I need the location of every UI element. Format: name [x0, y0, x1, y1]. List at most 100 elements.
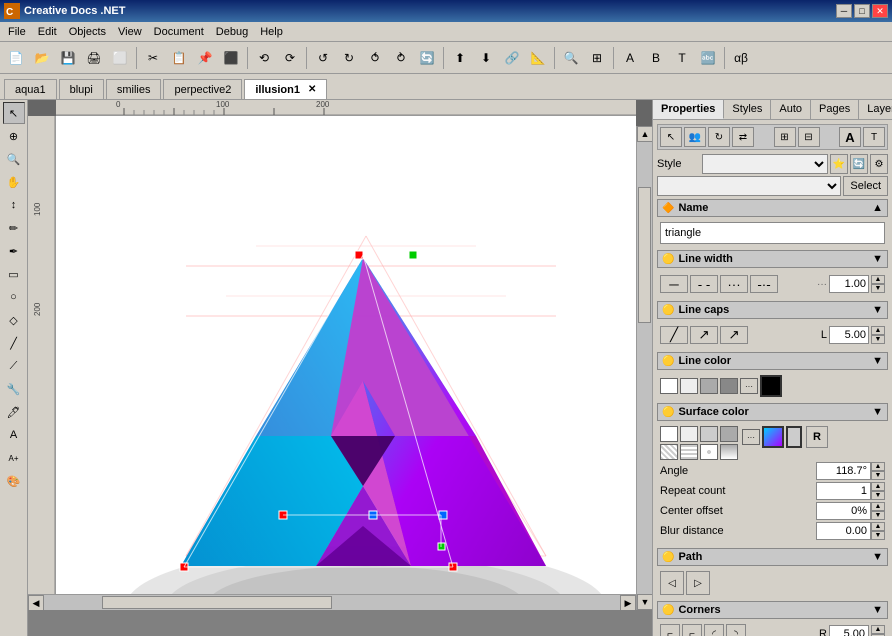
line-width-down[interactable]: ▼	[871, 284, 885, 293]
style-btn3[interactable]: ⚙	[870, 154, 888, 174]
repeat-count-up[interactable]: ▲	[871, 482, 885, 491]
line-solid-btn[interactable]: ─	[660, 275, 688, 293]
tb-btn21[interactable]: 🔍	[559, 46, 583, 70]
center-offset-input[interactable]	[816, 502, 871, 520]
center-offset-down[interactable]: ▼	[871, 511, 885, 520]
surf-pattern4[interactable]	[720, 444, 738, 460]
select-tool[interactable]: ↖	[3, 102, 25, 124]
menu-debug[interactable]: Debug	[210, 24, 254, 40]
name-section-header[interactable]: 🔶 Name ▲	[657, 199, 888, 217]
angle-input[interactable]	[816, 462, 871, 480]
lt-btn13[interactable]: 🔧	[3, 378, 25, 400]
lt-btn3[interactable]: 🔍	[3, 148, 25, 170]
lt-btn10[interactable]: ◇	[3, 309, 25, 331]
line-color-gray1[interactable]	[700, 378, 718, 394]
vertical-scrollbar[interactable]: ▲ ▼	[636, 126, 652, 610]
line-dot-btn[interactable]: ···	[720, 275, 748, 293]
lt-btn5[interactable]: ↕	[3, 194, 25, 216]
canvas-wrapper[interactable]: 0 100 200	[28, 100, 652, 610]
tb-btn11[interactable]: ⟳	[278, 46, 302, 70]
tab-blupi[interactable]: blupi	[59, 79, 104, 99]
line-caps-input[interactable]	[829, 326, 869, 344]
tb-btn18[interactable]: ⬇	[474, 46, 498, 70]
copy-button[interactable]: 📋	[167, 46, 191, 70]
surf-white1[interactable]	[660, 426, 678, 442]
text-tool[interactable]: A	[3, 424, 25, 446]
surf-gray1[interactable]	[700, 426, 718, 442]
path-btn1[interactable]: ◁	[660, 571, 684, 595]
path-header[interactable]: 🟡 Path ▼	[657, 548, 888, 566]
prop-btn-grid2[interactable]: ⊟	[798, 127, 820, 147]
line-caps-up[interactable]: ▲	[871, 326, 885, 335]
line-color-white2[interactable]	[680, 378, 698, 394]
menu-help[interactable]: Help	[254, 24, 289, 40]
new-button[interactable]: 📄	[4, 46, 28, 70]
tab-illusion1[interactable]: illusion1 ✕	[244, 79, 327, 99]
corner-btn2[interactable]: ⌐	[682, 624, 702, 636]
menu-edit[interactable]: Edit	[32, 24, 63, 40]
repeat-count-down[interactable]: ▼	[871, 491, 885, 500]
tb-btn24[interactable]: B	[644, 46, 668, 70]
line-dashdot-btn[interactable]: -·-	[750, 275, 778, 293]
menu-view[interactable]: View	[112, 24, 148, 40]
menu-objects[interactable]: Objects	[63, 24, 112, 40]
line-color-header[interactable]: 🟡 Line color ▼	[657, 352, 888, 370]
corners-header[interactable]: 🟡 Corners ▼	[657, 601, 888, 619]
line-caps-header[interactable]: 🟡 Line caps ▼	[657, 301, 888, 319]
lt-btn14[interactable]: 🖊	[3, 401, 25, 423]
tb-btn13[interactable]: ↻	[337, 46, 361, 70]
tab-close-icon[interactable]: ✕	[308, 84, 316, 95]
surf-pattern1[interactable]	[660, 444, 678, 460]
prop-btn-T[interactable]: T	[863, 127, 885, 147]
tb-btn5[interactable]: ⬜	[108, 46, 132, 70]
horizontal-scrollbar[interactable]: ◀ ▶	[28, 594, 636, 610]
prop-btn-A[interactable]: A	[839, 127, 861, 147]
print-button[interactable]: 🖨	[82, 46, 106, 70]
cap-btn3[interactable]: ↗	[720, 326, 748, 344]
style-btn1[interactable]: ⭐	[830, 154, 848, 174]
paste-button[interactable]: 📌	[193, 46, 217, 70]
blur-distance-input[interactable]	[816, 522, 871, 540]
scroll-up-button[interactable]: ▲	[637, 126, 652, 142]
corner-btn3[interactable]: ◜	[704, 624, 724, 636]
scroll-left-button[interactable]: ◀	[28, 595, 44, 610]
rectangle-tool[interactable]: ▭	[3, 263, 25, 285]
blur-distance-up[interactable]: ▲	[871, 522, 885, 531]
horizontal-scroll-track[interactable]	[44, 595, 620, 610]
tab-properties[interactable]: Properties	[653, 100, 724, 119]
path-btn2[interactable]: ▷	[686, 571, 710, 595]
tab-aqua1[interactable]: aqua1	[4, 79, 57, 99]
surf-gray2[interactable]	[720, 426, 738, 442]
menu-document[interactable]: Document	[148, 24, 210, 40]
lt-btn17[interactable]: 🎨	[3, 470, 25, 492]
surf-dots[interactable]: ···	[742, 429, 760, 445]
open-button[interactable]: 📂	[30, 46, 54, 70]
tb-btn10[interactable]: ⟲	[252, 46, 276, 70]
surf-white2[interactable]	[680, 426, 698, 442]
tab-pages[interactable]: Pages	[811, 100, 859, 119]
tab-perpective2[interactable]: perpective2	[163, 79, 242, 99]
lt-btn4[interactable]: ✋	[3, 171, 25, 193]
line-caps-down[interactable]: ▼	[871, 335, 885, 344]
tab-auto[interactable]: Auto	[771, 100, 811, 119]
tb-btn20[interactable]: 📐	[526, 46, 550, 70]
tb-btn26[interactable]: 🔤	[696, 46, 720, 70]
cap-btn1[interactable]: ╱	[660, 326, 688, 344]
line-width-header[interactable]: 🟡 Line width ▼	[657, 250, 888, 268]
line-dash-btn[interactable]: - -	[690, 275, 718, 293]
vertical-scroll-track[interactable]	[637, 142, 652, 594]
name-input[interactable]	[660, 222, 885, 244]
line-color-dots[interactable]: ···	[740, 378, 758, 394]
menu-file[interactable]: File	[2, 24, 32, 40]
prop-btn-grid[interactable]: ⊞	[774, 127, 796, 147]
corners-input[interactable]	[829, 625, 869, 636]
tb-btn15[interactable]: ⥁	[389, 46, 413, 70]
tb-btn9[interactable]: ⬛	[219, 46, 243, 70]
prop-btn-rotate[interactable]: ↻	[708, 127, 730, 147]
select-button[interactable]: Select	[843, 176, 888, 196]
repeat-count-input[interactable]	[816, 482, 871, 500]
prop-btn-group[interactable]: 👥	[684, 127, 706, 147]
blur-distance-down[interactable]: ▼	[871, 531, 885, 540]
corner-btn1[interactable]: ⌐	[660, 624, 680, 636]
scroll-down-button[interactable]: ▼	[637, 594, 652, 610]
